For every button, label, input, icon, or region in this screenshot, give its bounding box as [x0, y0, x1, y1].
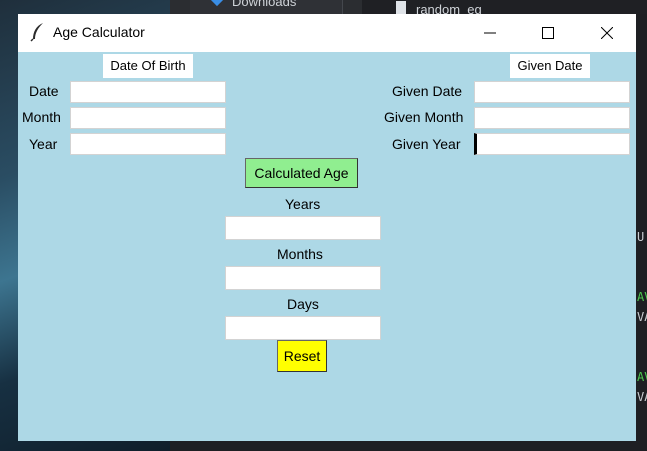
- maximize-icon: [542, 27, 554, 39]
- background-code-fragment: AV: [637, 370, 647, 384]
- maximize-button[interactable]: [525, 14, 571, 52]
- background-code-fragment: VA: [637, 310, 647, 324]
- days-label: Days: [287, 296, 319, 312]
- feather-icon: [30, 22, 46, 42]
- age-calculator-window: Age Calculator Date Of Birth Given Date …: [18, 14, 636, 441]
- downloads-icon: [209, 0, 225, 7]
- close-button[interactable]: [584, 14, 630, 52]
- background-editor-strip: U AV VA AV VA: [636, 14, 647, 451]
- days-output[interactable]: [225, 316, 381, 340]
- background-code-fragment: U: [637, 230, 645, 244]
- given-year-input[interactable]: [474, 133, 630, 155]
- reset-button[interactable]: Reset: [277, 340, 327, 372]
- dob-date-label: Date: [29, 83, 59, 99]
- dob-year-input[interactable]: [70, 133, 226, 155]
- close-icon: [601, 27, 613, 39]
- given-date-label: Given Date: [392, 83, 463, 99]
- minimize-button[interactable]: [467, 14, 513, 52]
- minimize-icon: [484, 32, 496, 34]
- calculate-age-button[interactable]: Calculated Age: [245, 158, 358, 188]
- background-tab-downloads[interactable]: Downloads: [190, 0, 343, 14]
- background-code-fragment: AV: [637, 290, 647, 304]
- years-label: Years: [285, 196, 321, 212]
- dob-month-label: Month: [22, 109, 61, 125]
- dob-year-label: Year: [29, 136, 58, 152]
- dob-date-input[interactable]: [70, 81, 226, 103]
- dob-month-input[interactable]: [70, 107, 226, 129]
- background-code-fragment: VA: [637, 390, 647, 404]
- given-month-input[interactable]: [474, 107, 630, 129]
- window-title: Age Calculator: [53, 24, 145, 40]
- file-icon: [396, 1, 406, 14]
- window-content: Date Of Birth Given Date Date Month Year…: [18, 52, 636, 441]
- background-tab-downloads-label: Downloads: [232, 0, 297, 9]
- background-bottom-strip: [170, 441, 647, 451]
- given-date-input[interactable]: [474, 81, 630, 103]
- months-output[interactable]: [225, 266, 381, 290]
- given-year-label: Given Year: [392, 136, 461, 152]
- given-month-label: Given Month: [384, 109, 464, 125]
- background-tab-file[interactable]: random_eg: [362, 0, 647, 17]
- given-date-header: Given Date: [510, 54, 590, 78]
- years-output[interactable]: [225, 216, 381, 240]
- date-of-birth-header: Date Of Birth: [103, 54, 193, 78]
- months-label: Months: [277, 246, 323, 262]
- title-bar[interactable]: Age Calculator: [18, 14, 636, 52]
